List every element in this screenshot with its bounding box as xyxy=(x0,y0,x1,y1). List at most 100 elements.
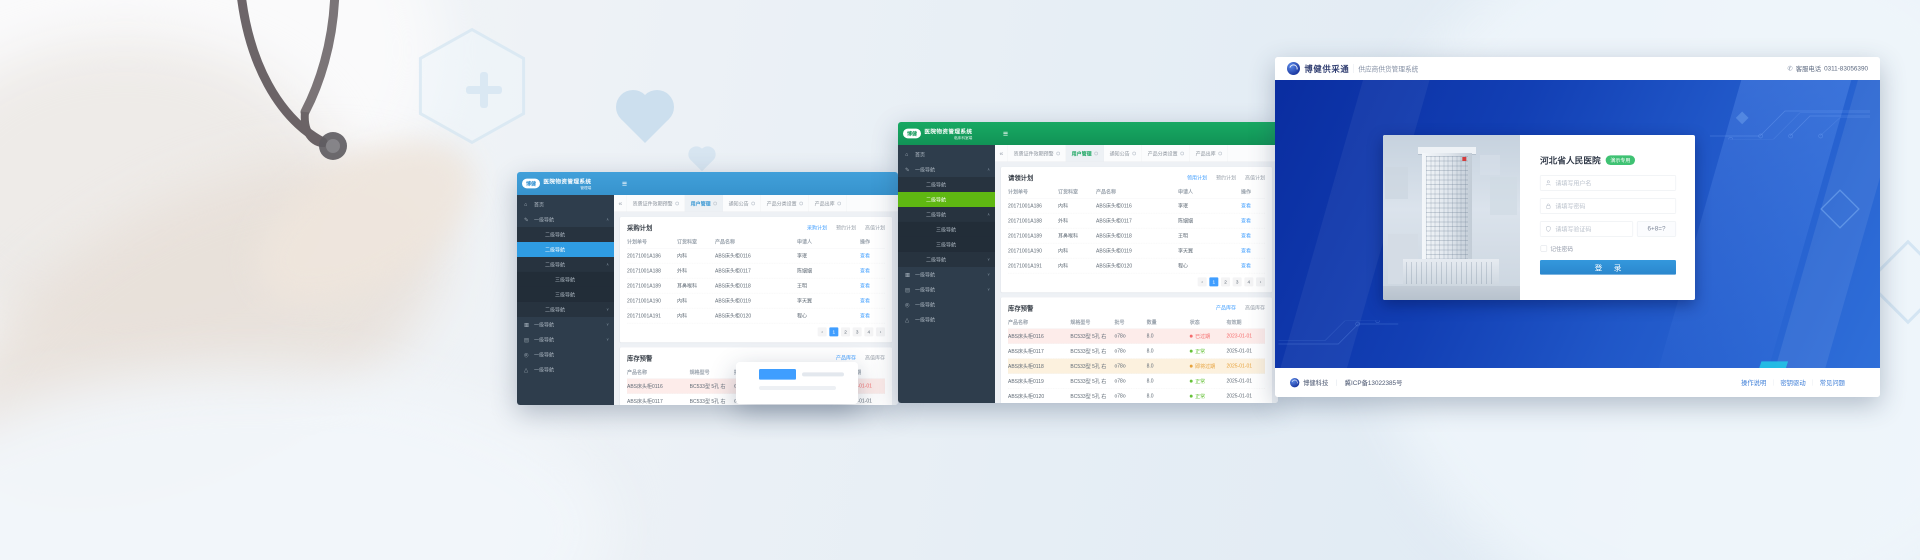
tab[interactable]: 通知公告 xyxy=(1104,145,1142,162)
login-form: 河北省人民医院 演示专用 请填写用户名 请填写密码 xyxy=(1520,135,1695,300)
pager-item[interactable]: 4 xyxy=(1244,277,1253,286)
sidebar-item[interactable]: 三级导航 xyxy=(898,222,995,237)
pager-item[interactable]: 3 xyxy=(853,327,862,336)
view-link[interactable]: 查看 xyxy=(860,282,884,289)
sidebar-item[interactable]: 一级导航 ∧ xyxy=(517,212,614,227)
username-field[interactable]: 请填写用户名 xyxy=(1540,175,1676,190)
tab-close-icon[interactable] xyxy=(713,201,717,205)
footer-link[interactable]: 密钥驱动 xyxy=(1773,378,1812,387)
plan-filter-link[interactable]: 领用计划 xyxy=(1187,174,1207,181)
captcha-field[interactable]: 请填写验证码 xyxy=(1540,221,1633,236)
sidebar-item[interactable]: 一级导航 ∨ xyxy=(898,282,995,297)
sidebar-item[interactable]: 三级导航 xyxy=(898,237,995,252)
tab-close-icon[interactable] xyxy=(1180,151,1184,155)
action-button[interactable] xyxy=(759,369,796,380)
tab-close-icon[interactable] xyxy=(1218,151,1222,155)
sidebar-item[interactable]: 一级导航 xyxy=(898,312,995,327)
tab[interactable]: 产品分类设置 xyxy=(761,195,809,212)
tab-close-icon[interactable] xyxy=(837,201,841,205)
plan-filter-link[interactable]: 预约计划 xyxy=(1216,174,1236,181)
login-button[interactable]: 登 录 xyxy=(1540,260,1676,275)
status-badge: 正常 xyxy=(1195,347,1205,354)
pager-item[interactable]: › xyxy=(876,327,885,336)
tab[interactable]: 产品出库 xyxy=(1190,145,1228,162)
pager-item[interactable]: 2 xyxy=(841,327,850,336)
pager-item[interactable]: 1 xyxy=(829,327,838,336)
column-header: 操作 xyxy=(860,238,884,245)
sidebar-item[interactable]: 三级导航 xyxy=(517,287,614,302)
plan-filter-link[interactable]: 采购计划 xyxy=(807,224,827,231)
column-header: 操作 xyxy=(1241,188,1265,195)
sidebar-item[interactable]: 二级导航 xyxy=(517,242,614,257)
sidebar-item[interactable]: 三级导航 xyxy=(517,272,614,287)
view-link[interactable]: 查看 xyxy=(860,252,884,259)
footer-link[interactable]: 操作说明 xyxy=(1734,378,1773,387)
view-link[interactable]: 查看 xyxy=(860,267,884,274)
footer-link[interactable]: 常见问题 xyxy=(1813,378,1852,387)
inventory-filter-link[interactable]: 高值库存 xyxy=(865,354,885,361)
collapse-tabs-icon[interactable] xyxy=(995,145,1008,162)
inventory-filter-link[interactable]: 产品库存 xyxy=(1216,304,1236,311)
pager-item[interactable]: ‹ xyxy=(818,327,827,336)
tab-close-icon[interactable] xyxy=(675,201,679,205)
sidebar-item[interactable]: 二级导航 ∨ xyxy=(517,302,614,317)
pager-item[interactable]: 2 xyxy=(1221,277,1230,286)
status-badge: 已过期 xyxy=(1195,332,1210,339)
captcha-image[interactable]: 6+8=? xyxy=(1637,221,1676,236)
hamburger-menu-icon[interactable] xyxy=(1003,128,1008,138)
plan-filter-link[interactable]: 高值计划 xyxy=(865,224,885,231)
view-link[interactable]: 查看 xyxy=(1241,247,1265,254)
view-link[interactable]: 查看 xyxy=(1241,232,1265,239)
tab[interactable]: 用户管理 xyxy=(685,195,723,212)
tab-close-icon[interactable] xyxy=(1056,151,1060,155)
hospital-name: 河北省人民医院 xyxy=(1540,154,1601,166)
tab[interactable]: 资质证件效期预警 xyxy=(1008,145,1066,162)
view-link[interactable]: 查看 xyxy=(1241,262,1265,269)
tab[interactable]: 产品出库 xyxy=(809,195,847,212)
sidebar-item[interactable]: 一级导航 ∨ xyxy=(517,332,614,347)
remember-password[interactable]: 记住密码 xyxy=(1541,244,1676,252)
sidebar-item[interactable]: 二级导航 xyxy=(517,227,614,242)
sidebar-item[interactable]: 一级导航 xyxy=(898,297,995,312)
column-header: 产品名称 xyxy=(627,368,690,375)
remember-checkbox[interactable] xyxy=(1541,245,1547,251)
sidebar-item[interactable]: 一级导航 ∧ xyxy=(898,162,995,177)
sidebar-item[interactable]: 一级导航 ∨ xyxy=(517,317,614,332)
sidebar-item[interactable]: 首页 xyxy=(898,147,995,162)
pager-item[interactable]: › xyxy=(1256,277,1265,286)
column-header: 数量 xyxy=(1147,318,1190,325)
plan-filter-link[interactable]: 预约计划 xyxy=(836,224,856,231)
tab[interactable]: 资质证件效期预警 xyxy=(627,195,685,212)
tab-close-icon[interactable] xyxy=(799,201,803,205)
tab-close-icon[interactable] xyxy=(1132,151,1136,155)
inventory-filter-link[interactable]: 高值库存 xyxy=(1245,304,1265,311)
tab-close-icon[interactable] xyxy=(751,201,755,205)
tab[interactable]: 产品分类设置 xyxy=(1142,145,1190,162)
inventory-filter-link[interactable]: 产品库存 xyxy=(836,354,856,361)
sidebar-item[interactable]: 首页 xyxy=(517,197,614,212)
collapse-tabs-icon[interactable] xyxy=(614,195,627,212)
sidebar-item[interactable]: 一级导航 xyxy=(517,362,614,377)
view-link[interactable]: 查看 xyxy=(1241,202,1265,209)
sidebar-item[interactable]: 一级导航 ∨ xyxy=(898,267,995,282)
sidebar-item-icon xyxy=(524,216,532,223)
tab[interactable]: 用户管理 xyxy=(1066,145,1104,162)
sidebar-item[interactable]: 二级导航 xyxy=(898,177,995,192)
pager-item[interactable]: 1 xyxy=(1209,277,1218,286)
password-field[interactable]: 请填写密码 xyxy=(1540,198,1676,213)
view-link[interactable]: 查看 xyxy=(860,312,884,319)
sidebar-item[interactable]: 一级导航 xyxy=(517,347,614,362)
view-link[interactable]: 查看 xyxy=(1241,217,1265,224)
sidebar-item[interactable]: 二级导航 ∧ xyxy=(898,207,995,222)
tab[interactable]: 通知公告 xyxy=(723,195,761,212)
hamburger-menu-icon[interactable] xyxy=(622,178,627,188)
plan-filter-link[interactable]: 高值计划 xyxy=(1245,174,1265,181)
sidebar-item[interactable]: 二级导航 ∧ xyxy=(517,257,614,272)
pager-item[interactable]: ‹ xyxy=(1198,277,1207,286)
pager-item[interactable]: 3 xyxy=(1233,277,1242,286)
view-link[interactable]: 查看 xyxy=(860,297,884,304)
pager-item[interactable]: 4 xyxy=(864,327,873,336)
sidebar-item[interactable]: 二级导航 ∨ xyxy=(898,252,995,267)
tab-close-icon[interactable] xyxy=(1094,151,1098,155)
sidebar-item[interactable]: 二级导航 xyxy=(898,192,995,207)
